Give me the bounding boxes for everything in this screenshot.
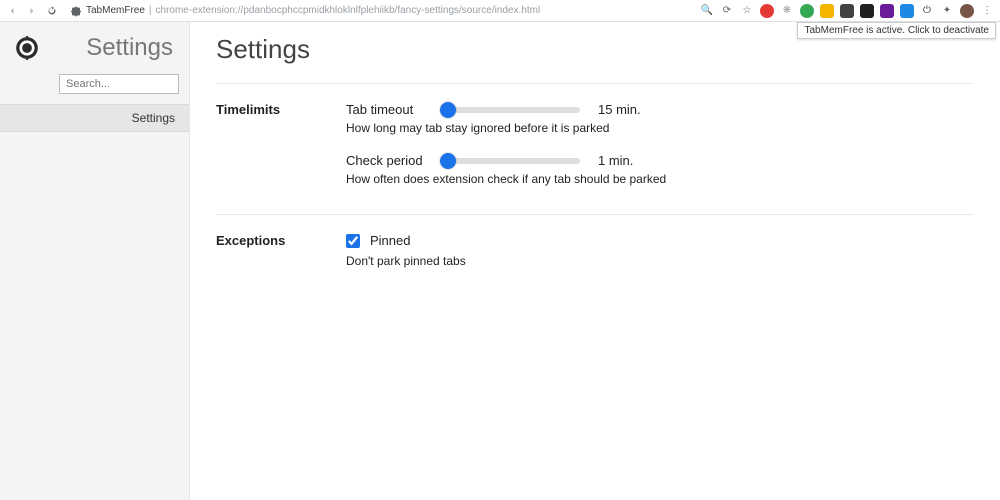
- extensions-icon[interactable]: ✦: [940, 4, 954, 18]
- ext-red-icon[interactable]: [760, 4, 774, 18]
- section-heading-exceptions: Exceptions: [216, 233, 346, 268]
- pinned-label: Pinned: [370, 233, 410, 248]
- nav-forward-icon[interactable]: [26, 5, 38, 17]
- app-logo-icon: [14, 35, 40, 61]
- ext-grey-icon[interactable]: ❋: [780, 4, 794, 18]
- tab-timeout-slider[interactable]: [440, 107, 580, 113]
- sidebar: Settings Settings: [0, 22, 190, 500]
- slider-thumb-icon[interactable]: [440, 102, 456, 118]
- tab-timeout-desc: How long may tab stay ignored before it …: [346, 121, 974, 135]
- profile-avatar-icon[interactable]: [960, 4, 974, 18]
- sidebar-title: Settings: [52, 34, 173, 62]
- pinned-desc: Don't park pinned tabs: [346, 254, 974, 268]
- url-text: chrome-extension://pdanbocphccpmidkhlokl…: [156, 5, 541, 16]
- address-bar[interactable]: TabMemFree | chrome-extension://pdanbocp…: [64, 3, 694, 19]
- search-input[interactable]: [59, 74, 179, 94]
- extension-icon: [70, 5, 82, 17]
- section-exceptions: Exceptions Pinned Don't park pinned tabs: [216, 214, 974, 296]
- zoom-icon[interactable]: 🔍: [700, 4, 714, 18]
- check-period-slider[interactable]: [440, 158, 580, 164]
- pinned-checkbox[interactable]: [346, 234, 360, 248]
- check-period-desc: How often does extension check if any ta…: [346, 172, 974, 186]
- tabmemfree-ext-icon[interactable]: ⏻: [920, 4, 934, 18]
- browser-chrome-bar: TabMemFree | chrome-extension://pdanbocp…: [0, 0, 1000, 22]
- ext-dark1-icon[interactable]: [840, 4, 854, 18]
- ext-blue-icon[interactable]: [900, 4, 914, 18]
- check-period-label: Check period: [346, 153, 430, 168]
- nav-back-icon[interactable]: [6, 5, 18, 17]
- ext-dark2-icon[interactable]: [860, 4, 874, 18]
- ext-orange-icon[interactable]: [820, 4, 834, 18]
- main-content: Settings Timelimits Tab timeout 15 min. …: [190, 22, 1000, 500]
- translate-icon[interactable]: ⟳: [720, 4, 734, 18]
- reload-icon[interactable]: [46, 5, 58, 17]
- slider-thumb-icon[interactable]: [440, 153, 456, 169]
- extension-tooltip: TabMemFree is active. Click to deactivat…: [797, 22, 996, 39]
- menu-icon[interactable]: ⋮: [980, 4, 994, 18]
- ext-purple-icon[interactable]: [880, 4, 894, 18]
- tab-timeout-value: 15 min.: [598, 102, 641, 117]
- check-period-value: 1 min.: [598, 153, 633, 168]
- section-timelimits: Timelimits Tab timeout 15 min. How long …: [216, 83, 974, 214]
- extension-tray: 🔍 ⟳ ☆ ❋ ⏻ ✦ ⋮: [700, 4, 994, 18]
- tab-title: TabMemFree: [86, 5, 145, 16]
- ext-green-icon[interactable]: [800, 4, 814, 18]
- star-icon[interactable]: ☆: [740, 4, 754, 18]
- section-heading-timelimits: Timelimits: [216, 102, 346, 186]
- tab-timeout-label: Tab timeout: [346, 102, 430, 117]
- sidebar-item-settings[interactable]: Settings: [0, 104, 189, 132]
